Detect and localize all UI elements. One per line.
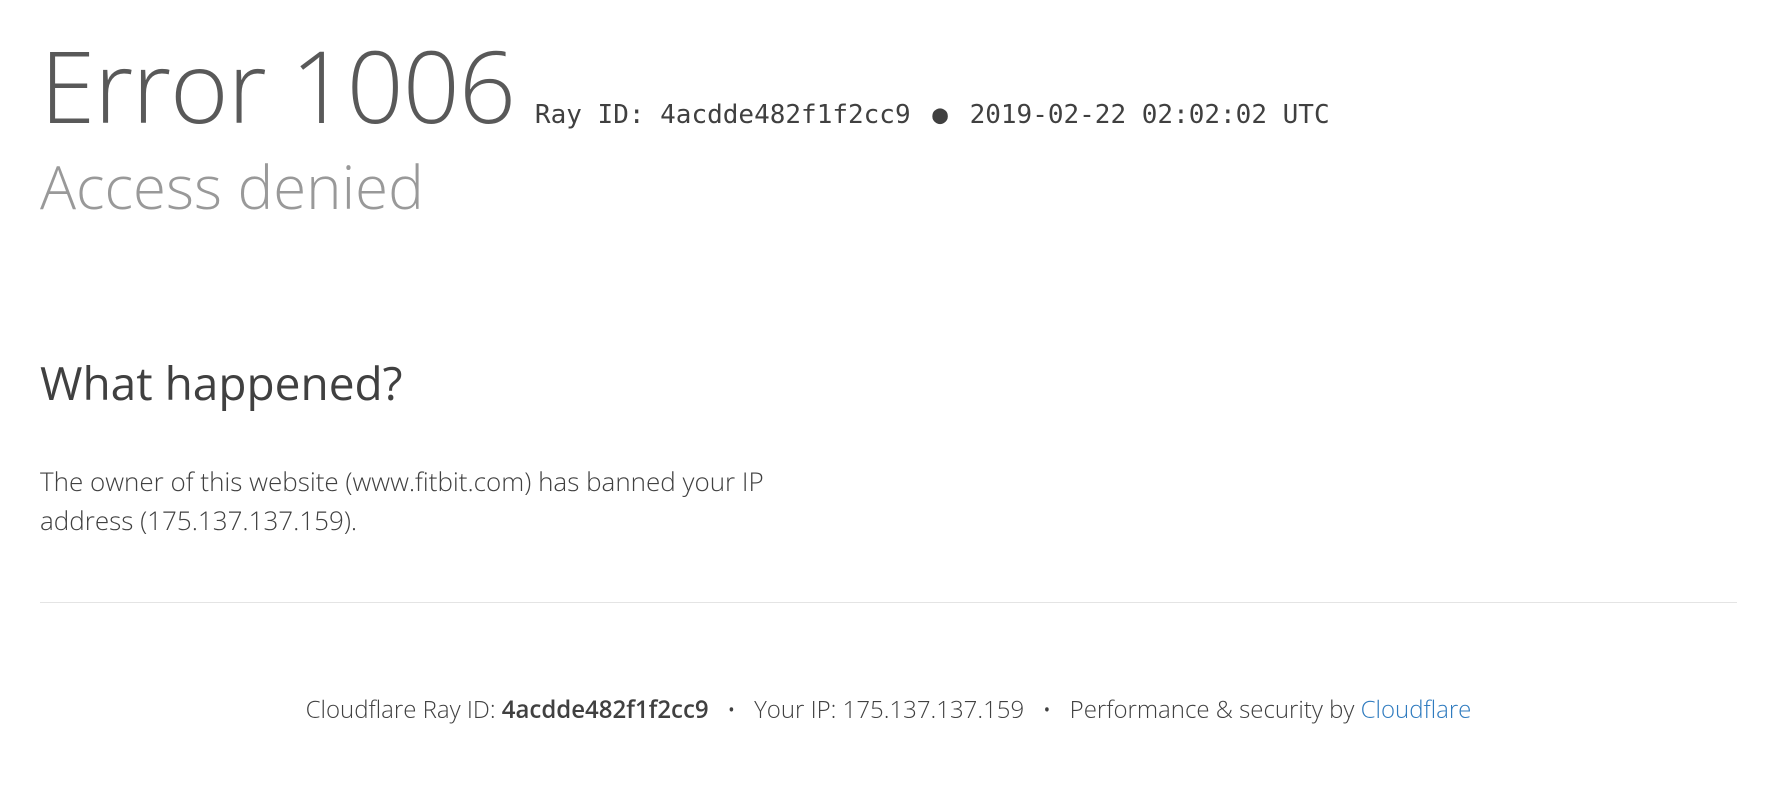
separator-icon: • — [727, 693, 736, 726]
divider — [40, 602, 1737, 603]
cloudflare-link[interactable]: Cloudflare — [1361, 693, 1472, 726]
footer: Cloudflare Ray ID: 4acdde482f1f2cc9 • Yo… — [40, 693, 1737, 726]
footer-ip-value: 175.137.137.159 — [843, 693, 1025, 726]
error-subtitle: Access denied — [40, 150, 1737, 222]
error-header: Error 1006 Ray ID: 4acdde482f1f2cc9 ● 20… — [40, 30, 1737, 140]
error-title: Error 1006 — [40, 30, 515, 140]
bullet-icon: ● — [932, 100, 948, 130]
timestamp: 2019-02-22 02:02:02 UTC — [970, 100, 1330, 130]
section-heading: What happened? — [40, 352, 820, 414]
ray-id-value: 4acdde482f1f2cc9 — [660, 100, 910, 130]
section-body: The owner of this website (www.fitbit.co… — [40, 462, 820, 540]
footer-ip-label: Your IP: — [754, 693, 836, 726]
ray-id-label: Ray ID: — [535, 100, 645, 130]
ray-info: Ray ID: 4acdde482f1f2cc9 ● 2019-02-22 02… — [535, 100, 1330, 130]
footer-perf-label: Performance & security by — [1070, 693, 1355, 726]
footer-ray-label: Cloudflare Ray ID: — [306, 693, 496, 726]
what-happened-section: What happened? The owner of this website… — [40, 352, 820, 540]
footer-ray-id: 4acdde482f1f2cc9 — [502, 693, 709, 726]
separator-icon: • — [1042, 693, 1051, 726]
